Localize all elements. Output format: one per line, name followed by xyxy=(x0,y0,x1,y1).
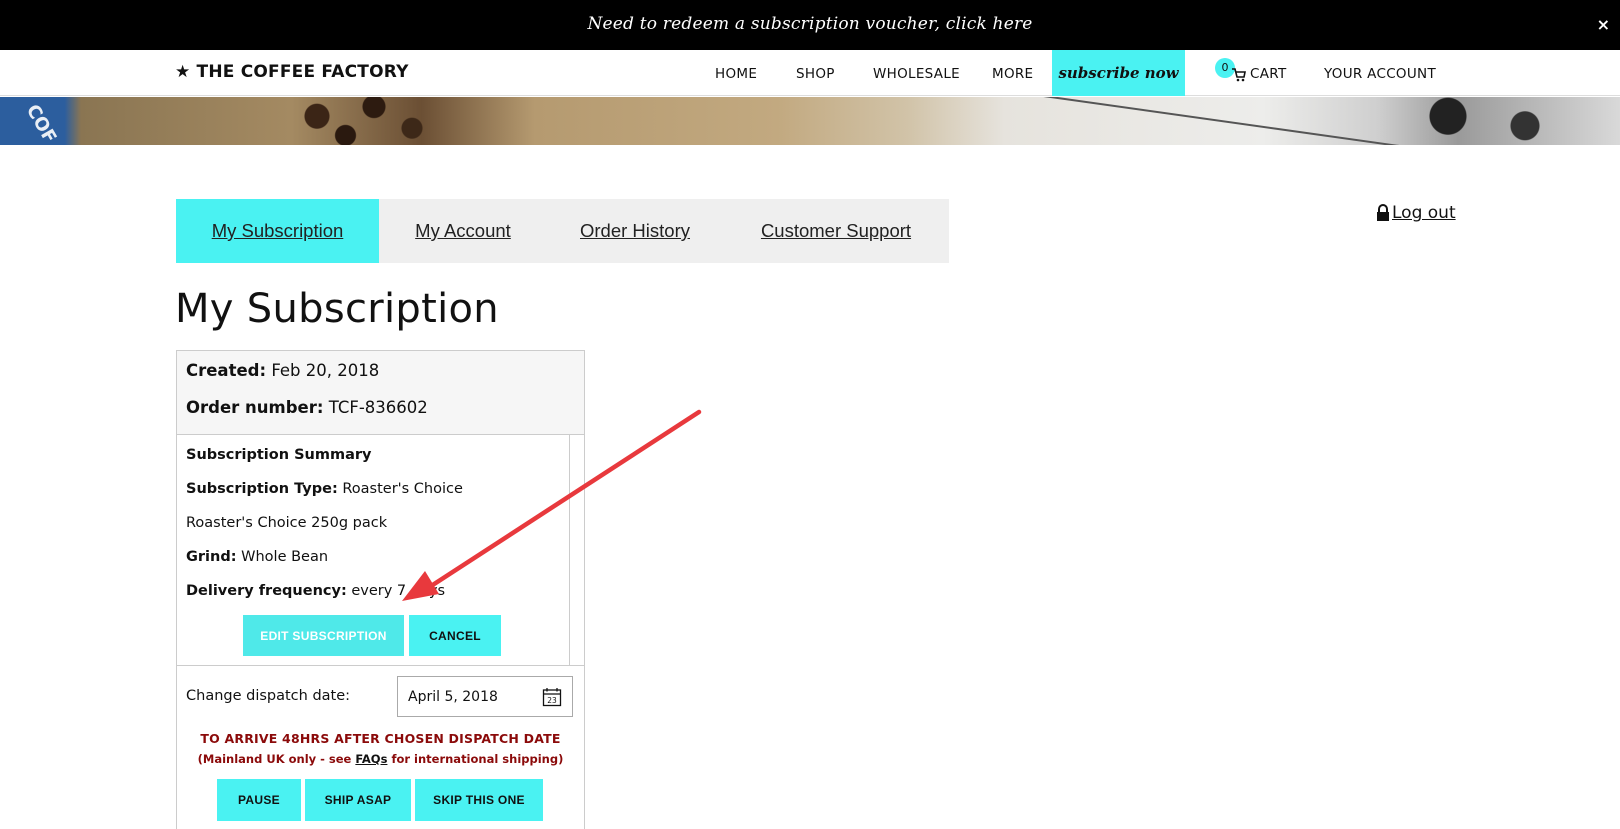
hero-banner-image: COF xyxy=(0,97,1620,145)
delivery-frequency-row: Delivery frequency: every 7 days xyxy=(186,579,575,613)
account-tabs: My Subscription My Account Order History… xyxy=(176,199,949,263)
nav-shop[interactable]: SHOP xyxy=(796,66,835,82)
ship-asap-button[interactable]: SHIP ASAP xyxy=(305,779,411,821)
logout-label: Log out xyxy=(1392,203,1456,223)
order-number-row: Order number: TCF-836602 xyxy=(186,398,575,435)
subscription-type-label: Subscription Type: xyxy=(186,481,338,497)
cancel-subscription-button[interactable]: CANCEL xyxy=(409,615,501,656)
coffee-beans-image xyxy=(260,97,450,145)
announcement-bar: Need to redeem a subscription voucher, c… xyxy=(0,0,1620,50)
dispatch-date-value: April 5, 2018 xyxy=(408,688,498,705)
dispatch-date-field[interactable]: April 5, 2018 23 xyxy=(397,676,573,717)
subscribe-now-button[interactable]: subscribe now xyxy=(1052,50,1185,96)
logout-link[interactable]: Log out xyxy=(1376,203,1456,223)
uk-shipping-note: (Mainland UK only - see FAQs for interna… xyxy=(177,752,584,766)
nav-wholesale[interactable]: WHOLESALE xyxy=(873,66,960,82)
order-number-value: TCF-836602 xyxy=(328,398,428,417)
page-title: My Subscription xyxy=(175,286,499,332)
created-label: Created: xyxy=(186,361,267,380)
site-header: ★ THE COFFEE FACTORY HOME SHOP WHOLESALE… xyxy=(0,50,1620,96)
delivery-frequency-value: every 7 days xyxy=(351,583,445,599)
tab-my-account[interactable]: My Account xyxy=(379,199,547,263)
grind-value: Whole Bean xyxy=(241,549,329,565)
close-icon[interactable]: × xyxy=(1597,15,1610,34)
tab-my-subscription[interactable]: My Subscription xyxy=(176,199,379,263)
skip-this-one-button[interactable]: SKIP THIS ONE xyxy=(415,779,543,821)
created-value: Feb 20, 2018 xyxy=(271,361,380,380)
uk-note-suffix: for international shipping) xyxy=(387,752,564,766)
grind-label: Grind: xyxy=(186,549,237,565)
created-row: Created: Feb 20, 2018 xyxy=(186,361,575,398)
arrival-note: TO ARRIVE 48HRS AFTER CHOSEN DISPATCH DA… xyxy=(200,731,561,746)
summary-scrollbar[interactable] xyxy=(569,435,570,666)
dispatch-date-label: Change dispatch date: xyxy=(186,688,351,704)
pack-row: Roaster's Choice 250g pack xyxy=(186,515,388,531)
subscription-type-value: Roaster's Choice xyxy=(342,481,463,497)
subscription-card: Created: Feb 20, 2018 Order number: TCF-… xyxy=(176,350,585,829)
lock-icon xyxy=(1377,204,1389,221)
nav-home[interactable]: HOME xyxy=(715,66,757,82)
nav-more[interactable]: MORE xyxy=(992,66,1033,82)
tab-order-history[interactable]: Order History xyxy=(547,199,723,263)
cart-icon[interactable] xyxy=(1232,68,1246,82)
summary-title: Subscription Summary xyxy=(186,447,372,463)
tab-customer-support[interactable]: Customer Support xyxy=(723,199,949,263)
edit-subscription-button[interactable]: EDIT SUBSCRIPTION xyxy=(243,615,404,656)
site-logo[interactable]: ★ THE COFFEE FACTORY xyxy=(175,62,409,82)
dispatch-section: Change dispatch date: April 5, 2018 23 T… xyxy=(177,666,584,829)
uk-note-prefix: (Mainland UK only - see xyxy=(197,752,356,766)
subscription-header: Created: Feb 20, 2018 Order number: TCF-… xyxy=(177,351,584,435)
subscription-type-row: Subscription Type: Roaster's Choice xyxy=(186,477,575,511)
voucher-link[interactable]: Need to redeem a subscription voucher, c… xyxy=(0,14,1620,34)
order-number-label: Order number: xyxy=(186,398,324,417)
faqs-link[interactable]: FAQs xyxy=(355,752,387,766)
nav-your-account[interactable]: YOUR ACCOUNT xyxy=(1324,66,1436,82)
subscription-summary: Subscription Summary Subscription Type: … xyxy=(177,435,584,666)
calendar-icon[interactable]: 23 xyxy=(542,687,562,707)
pause-button[interactable]: PAUSE xyxy=(217,779,301,821)
hero-bag-lettering: COF xyxy=(21,101,61,145)
nav-cart[interactable]: CART xyxy=(1250,66,1287,82)
hero-keys-image xyxy=(1360,97,1580,145)
delivery-frequency-label: Delivery frequency: xyxy=(186,583,347,599)
grind-row: Grind: Whole Bean xyxy=(186,545,575,579)
calendar-icon-day: 23 xyxy=(547,696,557,705)
